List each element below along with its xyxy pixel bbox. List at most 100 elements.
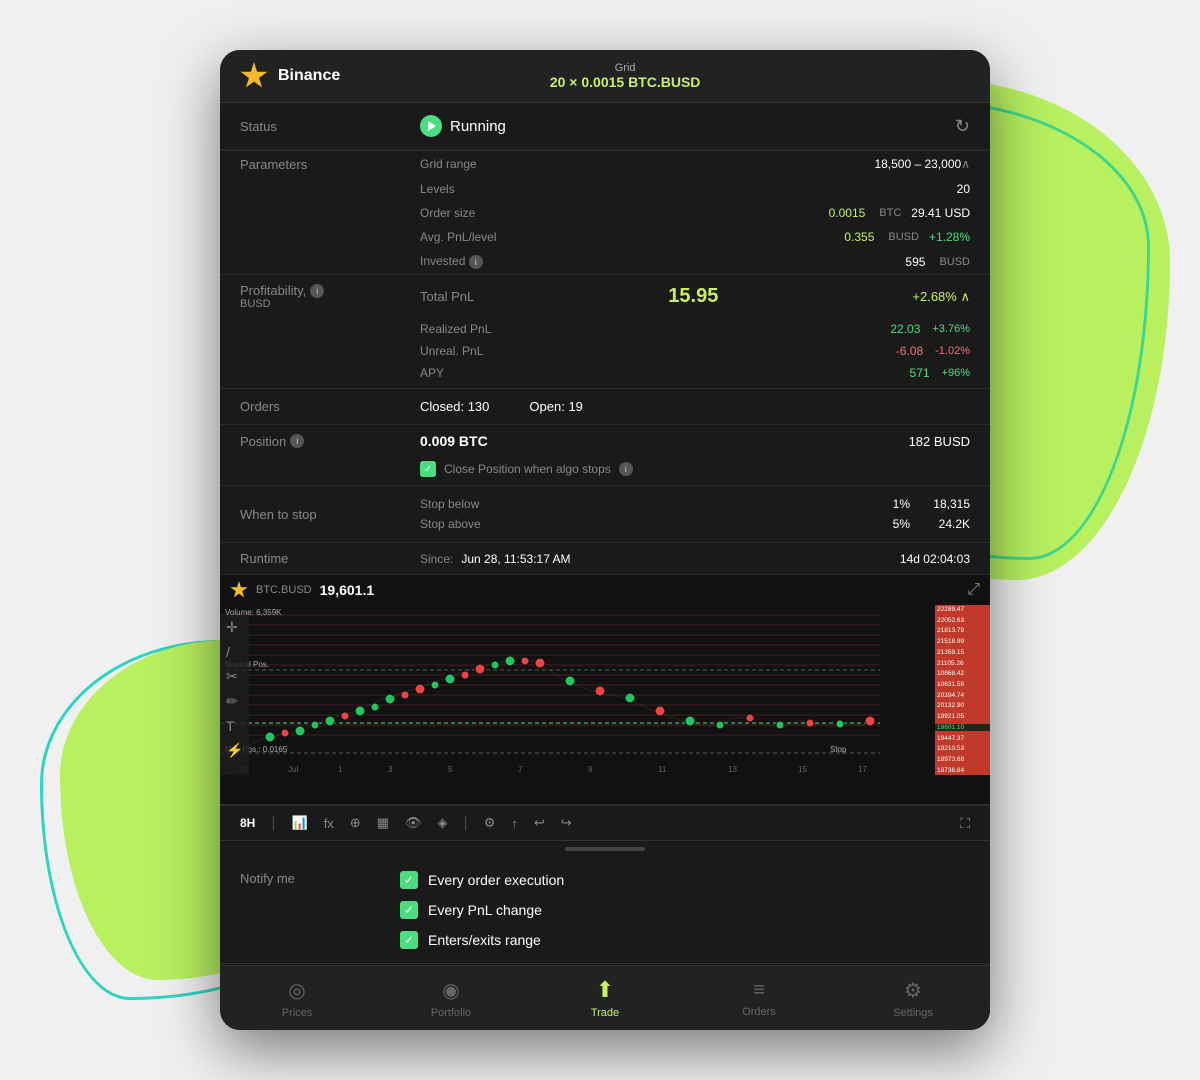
nav-orders[interactable]: ≡ Orders (682, 966, 836, 1030)
order-size-row: Order size 0.0015 BTC 29.41 USD (220, 201, 990, 225)
nav-portfolio[interactable]: ◉ Portfolio (374, 966, 528, 1030)
timeframe-button[interactable]: 8H (240, 816, 255, 830)
apy-row: APY 571 +96% (220, 362, 990, 388)
stop-below-row: Stop below 1% 18,315 (420, 494, 970, 514)
price-label: 22052.63 (935, 617, 990, 624)
profitability-label: Profitability, i (240, 283, 420, 298)
chart-left-tools: ✛ / ✂ ✏ T ⚡ — (220, 615, 249, 775)
runtime-since-label: Since: (420, 552, 453, 566)
eye-icon[interactable]: 👁 (405, 815, 422, 831)
svg-text:Jul: Jul (288, 765, 298, 774)
layout-icon[interactable]: ▦ (377, 815, 389, 831)
line-tool-icon[interactable]: / (226, 644, 243, 660)
order-size-value: 0.0015 (829, 206, 866, 220)
indicators-icon[interactable]: 📊 (292, 815, 308, 831)
layers-icon[interactable]: ◈ (438, 815, 448, 831)
app-container: Binance Grid 20 × 0.0015 BTC.BUSD Status… (220, 50, 990, 1030)
orders-section: Orders Closed: 130 Open: 19 (220, 389, 990, 425)
chart-price: 19,601.1 (320, 582, 375, 598)
svg-text:11: 11 (658, 765, 667, 774)
position-info-icon[interactable]: i (290, 434, 304, 448)
apy-pct: +96% (942, 367, 970, 379)
orders-nav-label: Orders (742, 1006, 776, 1018)
header-grid-value: 20 × 0.0015 BTC.BUSD (550, 74, 701, 90)
close-position-checkbox[interactable]: ✓ (420, 461, 436, 477)
chart-expand-icon[interactable]: ⤢ (967, 581, 980, 599)
share-icon[interactable]: ↑ (511, 816, 518, 831)
svg-text:Stop: Stop (830, 745, 847, 754)
refresh-icon[interactable]: ↻ (955, 116, 970, 137)
price-label: 19210.53 (935, 745, 990, 752)
crosshair-toolbar-icon[interactable]: ⊕ (350, 815, 361, 831)
running-text: Running (450, 118, 506, 135)
notify-item-1: ✓ Every order execution (400, 871, 970, 889)
price-label: 10631.58 (935, 681, 990, 688)
more-tools-icon[interactable]: — (226, 767, 243, 775)
apy-label: APY (420, 366, 910, 380)
notify-checkbox-2[interactable]: ✓ (400, 901, 418, 919)
profitability-info-icon[interactable]: i (310, 284, 324, 298)
position-busd: 182 BUSD (909, 434, 970, 449)
svg-text:9: 9 (588, 765, 593, 774)
text-tool-icon[interactable]: T (226, 718, 243, 734)
settings-toolbar-icon[interactable]: ⚙ (484, 815, 496, 831)
scroll-handle[interactable] (565, 847, 645, 851)
nav-prices[interactable]: ◎ Prices (220, 966, 374, 1030)
settings-nav-label: Settings (893, 1007, 933, 1019)
measure-tool-icon[interactable]: ⚡ (226, 742, 243, 759)
stop-main-row: When to stop Stop below 1% 18,315 Stop a… (220, 486, 990, 542)
price-labels-column: 22289.47 22052.63 21813.79 21518.99 2135… (935, 605, 990, 775)
notify-item-2-text: Every PnL change (428, 902, 542, 918)
order-size-label: Order size (420, 206, 819, 220)
header-center: Grid 20 × 0.0015 BTC.BUSD (550, 62, 701, 90)
scissors-tool-icon[interactable]: ✂ (226, 668, 243, 685)
runtime-section: Runtime Since: Jun 28, 11:53:17 AM 14d 0… (220, 543, 990, 575)
runtime-since-value: Jun 28, 11:53:17 AM (461, 552, 570, 566)
price-label: 21105.26 (935, 660, 990, 667)
chart-coin-logo-icon (230, 581, 248, 599)
position-section: Position i 0.009 BTC 182 BUSD ✓ Close Po… (220, 425, 990, 486)
when-to-stop-label: When to stop (240, 507, 420, 522)
price-label: 21813.79 (935, 627, 990, 634)
undo-icon[interactable]: ↩ (534, 815, 545, 831)
binance-logo-icon (240, 62, 268, 90)
levels-value: 20 (957, 182, 970, 196)
pen-tool-icon[interactable]: ✏ (226, 693, 243, 710)
close-position-text: Close Position when algo stops (444, 462, 611, 476)
stop-above-value: 24.2K (910, 517, 970, 531)
svg-text:17: 17 (858, 765, 867, 774)
nav-settings[interactable]: ⚙ Settings (836, 966, 990, 1030)
notify-section: Notify me ✓ Every order execution ✓ Ever… (220, 857, 990, 964)
price-label: 20132.90 (935, 702, 990, 709)
fx-button[interactable]: fx (324, 816, 334, 831)
settings-nav-icon: ⚙ (904, 978, 922, 1003)
prices-label: Prices (282, 1007, 313, 1019)
redo-icon[interactable]: ↪ (561, 815, 572, 831)
total-pnl-row: Profitability, i BUSD Total PnL 15.95 +2… (220, 275, 990, 318)
profitability-sublabel: BUSD (240, 298, 420, 310)
close-position-info-icon[interactable]: i (619, 462, 633, 476)
fullscreen-icon[interactable]: ⛶ (960, 815, 970, 832)
trade-label: Trade (591, 1007, 619, 1019)
chevron-up-icon[interactable]: ∧ (961, 157, 970, 171)
play-triangle-icon (428, 121, 436, 131)
apy-value: 571 (910, 366, 930, 380)
stop-below-label: Stop below (420, 497, 870, 511)
notify-checkbox-1[interactable]: ✓ (400, 871, 418, 889)
crosshair-tool-icon[interactable]: ✛ (226, 619, 243, 636)
stop-below-value: 18,315 (910, 497, 970, 511)
stop-rows: Stop below 1% 18,315 Stop above 5% 24.2K (420, 494, 970, 534)
main-content: Status Running ↻ Parameters Grid range 1… (220, 103, 990, 983)
avg-pnl-value: 0.355 (844, 230, 874, 244)
svg-text:3: 3 (388, 765, 393, 774)
realized-pnl-row: Realized PnL 22.03 +3.76% (220, 318, 990, 340)
svg-text:7: 7 (518, 765, 523, 774)
notify-checkbox-3[interactable]: ✓ (400, 931, 418, 949)
price-label: 22289.47 (935, 606, 990, 613)
nav-trade[interactable]: ⬆ Trade (528, 966, 682, 1030)
unreal-pnl-label: Unreal. PnL (420, 344, 896, 358)
invested-info-icon[interactable]: i (469, 255, 483, 269)
price-label: 19921.05 (935, 713, 990, 720)
grid-range-label: Grid range (420, 157, 874, 171)
runtime-elapsed: 14d 02:04:03 (900, 552, 970, 566)
